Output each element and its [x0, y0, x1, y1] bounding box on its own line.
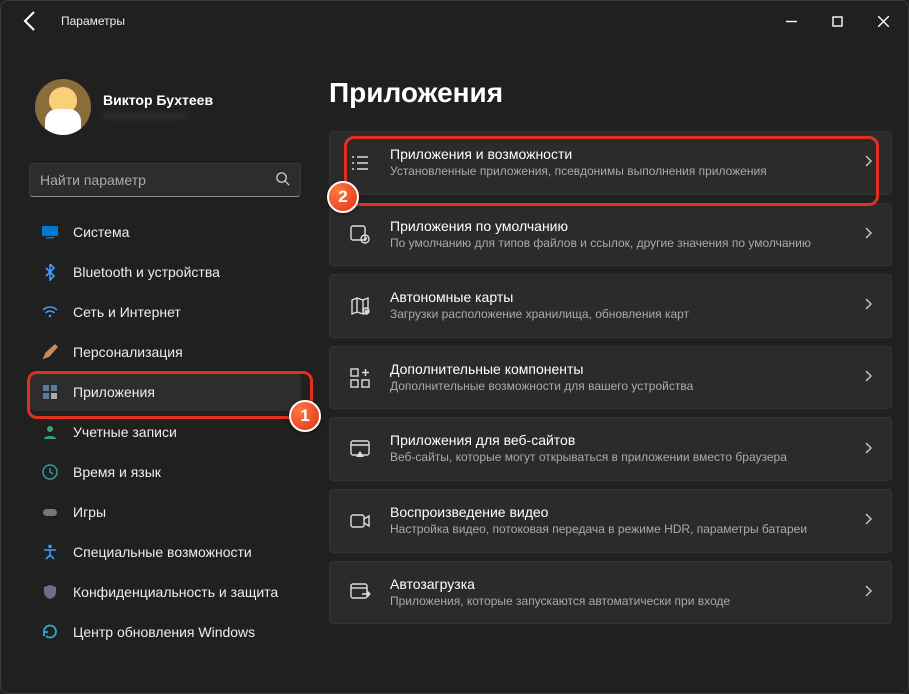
sidebar-item-label: Персонализация: [73, 344, 183, 360]
sidebar-item-label: Конфиденциальность и защита: [73, 584, 278, 600]
sidebar-item-system[interactable]: Система: [29, 213, 301, 251]
card-sub: Загрузки расположение хранилища, обновле…: [390, 307, 845, 323]
maximize-button[interactable]: [814, 5, 860, 37]
sidebar-item-label: Bluetooth и устройства: [73, 264, 220, 280]
person-icon: [41, 423, 59, 441]
system-icon: [41, 223, 59, 241]
sidebar-item-label: Специальные возможности: [73, 544, 252, 560]
sidebar-item-label: Сеть и Интернет: [73, 304, 181, 320]
card-title: Приложения для веб-сайтов: [390, 432, 845, 448]
clock-icon: [41, 463, 59, 481]
back-button[interactable]: [19, 9, 43, 33]
sidebar-item-label: Игры: [73, 504, 106, 520]
update-icon: [41, 623, 59, 641]
list-icon: [348, 151, 372, 175]
annotation-badge-2: 2: [327, 181, 359, 213]
profile-block[interactable]: Виктор Бухтеев ———————: [29, 41, 301, 155]
nav: Система Bluetooth и устройства Сеть и Ин…: [29, 213, 301, 651]
default-apps-icon: [348, 222, 372, 246]
close-button[interactable]: [860, 5, 906, 37]
card-apps-websites[interactable]: Приложения для веб-сайтов Веб-сайты, кот…: [329, 417, 892, 481]
card-sub: Установленные приложения, псевдонимы вып…: [390, 164, 845, 180]
main-panel: Приложения Приложения и возможности Уста…: [311, 41, 898, 693]
annotation-badge-1: 1: [289, 400, 321, 432]
card-sub: Приложения, которые запускаются автомати…: [390, 594, 845, 610]
card-sub: Дополнительные возможности для вашего ус…: [390, 379, 845, 395]
sidebar-item-label: Учетные записи: [73, 424, 177, 440]
apps-icon: [41, 383, 59, 401]
shield-icon: [41, 583, 59, 601]
minimize-button[interactable]: [768, 5, 814, 37]
card-sub: По умолчанию для типов файлов и ссылок, …: [390, 236, 845, 252]
profile-email: ———————: [103, 108, 213, 122]
avatar: [35, 79, 91, 135]
sidebar-item-label: Центр обновления Windows: [73, 624, 255, 640]
card-optional-features[interactable]: Дополнительные компоненты Дополнительные…: [329, 346, 892, 410]
chevron-right-icon: [863, 441, 873, 458]
startup-icon: [348, 580, 372, 604]
sidebar-item-network[interactable]: Сеть и Интернет: [29, 293, 301, 331]
card-apps-features[interactable]: Приложения и возможности Установленные п…: [329, 131, 892, 195]
page-title: Приложения: [329, 77, 892, 109]
card-title: Приложения по умолчанию: [390, 218, 845, 234]
card-title: Приложения и возможности: [390, 146, 845, 162]
sidebar-item-privacy[interactable]: Конфиденциальность и защита: [29, 573, 301, 611]
search-input[interactable]: [40, 172, 275, 188]
sidebar: Виктор Бухтеев ——————— Система Bluetooth…: [1, 41, 311, 693]
chevron-right-icon: [863, 297, 873, 314]
sidebar-item-accounts[interactable]: Учетные записи: [29, 413, 301, 451]
sidebar-item-label: Система: [73, 224, 129, 240]
chevron-right-icon: [863, 154, 873, 171]
window-controls: [768, 5, 906, 37]
card-title: Автономные карты: [390, 289, 845, 305]
wifi-icon: [41, 303, 59, 321]
chevron-right-icon: [863, 584, 873, 601]
card-title: Воспроизведение видео: [390, 504, 845, 520]
card-video-playback[interactable]: Воспроизведение видео Настройка видео, п…: [329, 489, 892, 553]
window-title: Параметры: [61, 14, 125, 28]
sidebar-item-bluetooth[interactable]: Bluetooth и устройства: [29, 253, 301, 291]
card-default-apps[interactable]: Приложения по умолчанию По умолчанию для…: [329, 203, 892, 267]
card-sub: Веб-сайты, которые могут открываться в п…: [390, 450, 845, 466]
card-startup[interactable]: Автозагрузка Приложения, которые запуска…: [329, 561, 892, 625]
bluetooth-icon: [41, 263, 59, 281]
web-app-icon: [348, 437, 372, 461]
chevron-right-icon: [863, 369, 873, 386]
card-title: Автозагрузка: [390, 576, 845, 592]
map-icon: [348, 294, 372, 318]
titlebar: Параметры: [1, 1, 908, 41]
search-box[interactable]: [29, 163, 301, 197]
chevron-right-icon: [863, 226, 873, 243]
accessibility-icon: [41, 543, 59, 561]
sidebar-item-time[interactable]: Время и язык: [29, 453, 301, 491]
sidebar-item-update[interactable]: Центр обновления Windows: [29, 613, 301, 651]
sidebar-item-label: Время и язык: [73, 464, 161, 480]
sidebar-item-label: Приложения: [73, 384, 155, 400]
chevron-right-icon: [863, 512, 873, 529]
card-sub: Настройка видео, потоковая передача в ре…: [390, 522, 845, 538]
sidebar-item-personalization[interactable]: Персонализация: [29, 333, 301, 371]
brush-icon: [41, 343, 59, 361]
profile-name: Виктор Бухтеев: [103, 92, 213, 108]
card-title: Дополнительные компоненты: [390, 361, 845, 377]
search-icon: [275, 171, 290, 189]
components-icon: [348, 366, 372, 390]
card-offline-maps[interactable]: Автономные карты Загрузки расположение х…: [329, 274, 892, 338]
gamepad-icon: [41, 503, 59, 521]
sidebar-item-gaming[interactable]: Игры: [29, 493, 301, 531]
sidebar-item-apps[interactable]: Приложения: [29, 373, 301, 411]
video-icon: [348, 509, 372, 533]
sidebar-item-accessibility[interactable]: Специальные возможности: [29, 533, 301, 571]
